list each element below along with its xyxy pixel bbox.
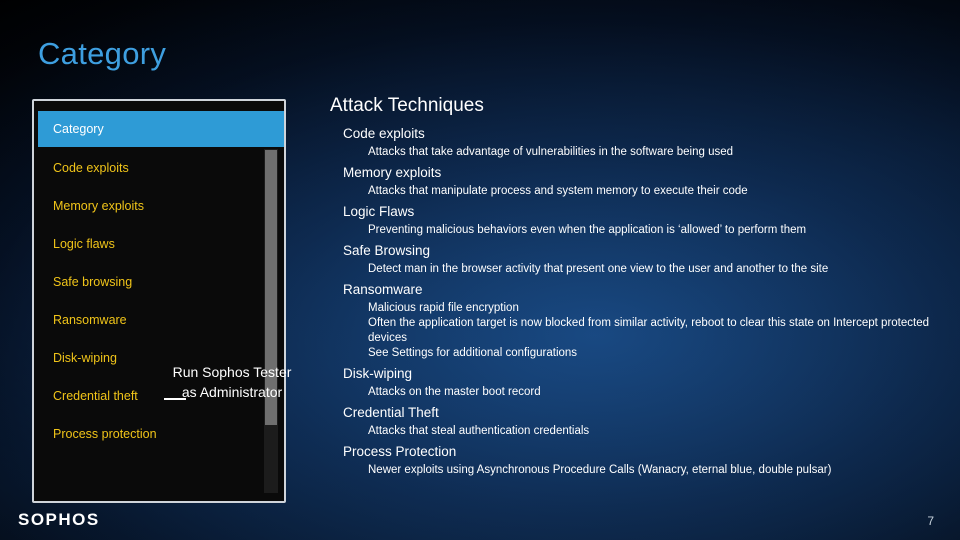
section-description: Attacks that manipulate process and syst… (368, 185, 748, 197)
section-title: Memory exploits (343, 165, 442, 180)
section-description: Detect man in the browser activity that … (368, 263, 829, 275)
slide: Category Category Code exploits Memory e… (0, 0, 960, 540)
section-description: See Settings for additional configuratio… (368, 347, 578, 359)
attack-techniques-panel: Attack Techniques Code exploits Attacks … (325, 95, 945, 482)
section: Disk-wiping Attacks on the master boot r… (325, 365, 945, 400)
section: Safe Browsing Detect man in the browser … (325, 242, 945, 277)
section-title: Credential Theft (343, 405, 439, 420)
section-title: Logic Flaws (343, 204, 415, 219)
content-title: Attack Techniques (330, 95, 484, 116)
page-number: 7 (927, 514, 934, 528)
section-description: Malicious rapid file encryption (368, 302, 519, 314)
section-description: Newer exploits using Asynchronous Proced… (368, 464, 832, 476)
category-app-window: Category Code exploits Memory exploits L… (32, 99, 286, 503)
section: Ransomware Malicious rapid file encrypti… (325, 281, 945, 361)
list-item[interactable]: Process protection (38, 415, 284, 453)
section-title: Code exploits (343, 126, 425, 141)
vertical-scrollbar[interactable] (264, 149, 278, 493)
section: Credential Theft Attacks that steal auth… (325, 404, 945, 439)
section: Memory exploits Attacks that manipulate … (325, 164, 945, 199)
section-description: Attacks that steal authentication creden… (368, 425, 590, 437)
list-item[interactable]: Memory exploits (38, 187, 284, 225)
section-description: Often the application target is now bloc… (368, 317, 930, 344)
list-item[interactable]: Code exploits (38, 149, 284, 187)
sophos-logo: SOPHOS (18, 510, 100, 529)
section-title: Ransomware (343, 282, 423, 297)
list-item[interactable]: Logic flaws (38, 225, 284, 263)
category-list-header: Category (38, 111, 284, 147)
section: Code exploits Attacks that take advantag… (325, 125, 945, 160)
category-list[interactable]: Category Code exploits Memory exploits L… (38, 111, 284, 495)
section: Process Protection Newer exploits using … (325, 443, 945, 478)
section-title: Safe Browsing (343, 243, 431, 258)
section-description: Attacks on the master boot record (368, 386, 541, 398)
section-description: Preventing malicious behaviors even when… (368, 224, 807, 236)
section-title: Disk-wiping (343, 366, 413, 381)
section-title: Process Protection (343, 444, 457, 459)
list-item[interactable]: Ransomware (38, 301, 284, 339)
section: Logic Flaws Preventing malicious behavio… (325, 203, 945, 238)
section-description: Attacks that take advantage of vulnerabi… (368, 146, 734, 158)
list-item[interactable]: Safe browsing (38, 263, 284, 301)
callout-label: Run Sophos Tester as Administrator (172, 364, 292, 400)
page-title: Category (38, 36, 167, 71)
